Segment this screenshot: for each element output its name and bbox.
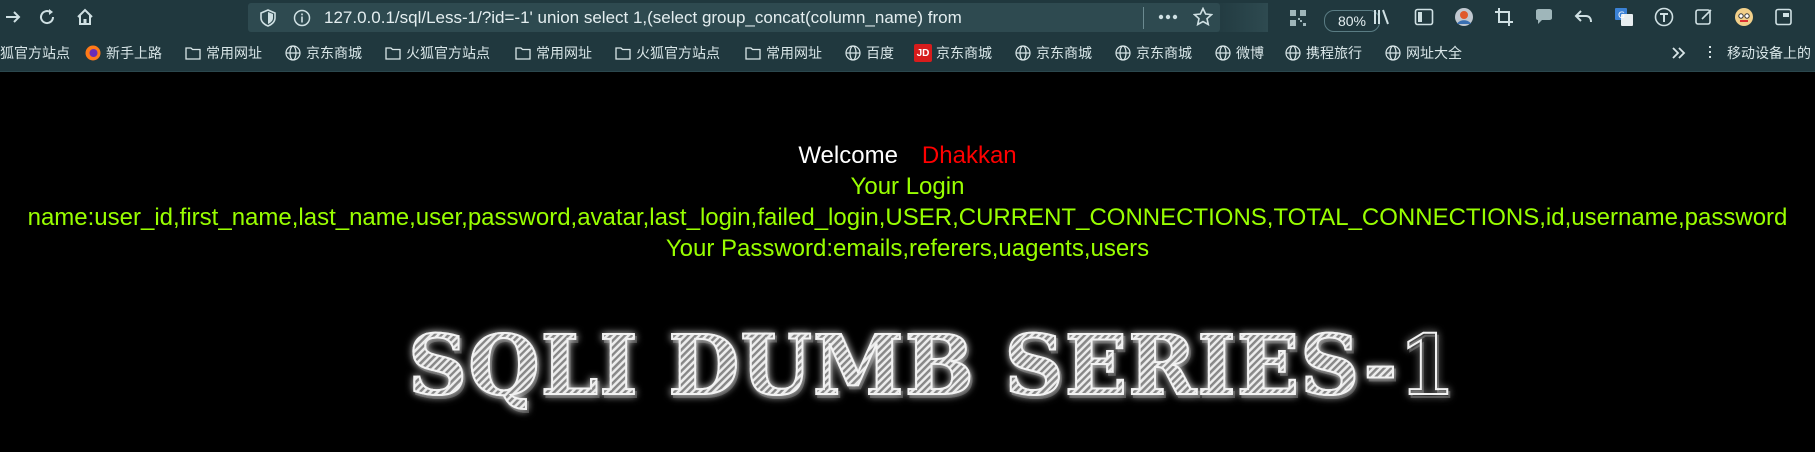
qr-code-icon[interactable] [1288,8,1308,28]
screenshot-crop-icon[interactable] [1493,6,1515,28]
bookmark-item[interactable]: 携程旅行 [1284,43,1362,63]
folder-icon [744,44,762,62]
bookmark-item[interactable]: 京东商城 [1114,43,1192,63]
bookmark-label: 狐官方站点 [0,45,70,61]
tracking-shield-icon[interactable] [258,8,278,28]
reload-icon [40,9,55,25]
globe-icon [1284,44,1302,62]
bookmark-star-icon[interactable] [1192,6,1214,28]
bookmark-label: 京东商城 [936,45,992,61]
library-icon[interactable] [1372,6,1394,28]
bookmark-item[interactable]: 微博 [1214,43,1264,63]
globe-icon [1114,44,1132,62]
bookmarks-overflow-button[interactable] [1670,43,1692,63]
globe-icon [1014,44,1032,62]
browser-toolbar: 127.0.0.1/sql/Less-1/?id=-1' union selec… [0,0,1815,35]
mobile-bookmarks-folder[interactable]: 移动设备上的 [1705,43,1811,63]
toolbar-separator [1143,7,1144,29]
bookmark-label: 京东商城 [306,45,362,61]
url-fade [1208,3,1268,32]
sidebar-icon[interactable] [1413,6,1435,28]
bookmark-label: 火狐官方站点 [636,45,720,61]
home-button[interactable] [72,4,98,30]
bookmark-label: 常用网址 [536,45,592,61]
home-icon [77,8,93,25]
folder-icon [514,44,532,62]
folder-icon [384,44,402,62]
tab-tools-icon[interactable] [1653,6,1675,28]
firefox-icon [84,44,102,62]
password-result: Your Password:emails,referers,uagents,us… [665,235,1150,262]
series-banner-logo: SQLI DUMB SERIES-1 [407,318,1457,414]
edit-note-icon[interactable] [1693,6,1715,28]
extension-avatar-icon[interactable] [1453,6,1475,28]
bookmark-label: 新手上路 [106,45,162,61]
bookmark-label: 常用网址 [766,45,822,61]
bookmark-label: 京东商城 [1036,45,1092,61]
address-bar[interactable]: 127.0.0.1/sql/Less-1/?id=-1' union selec… [248,3,1380,32]
translate-icon[interactable]: G [1613,6,1635,28]
bookmark-item[interactable]: 网址大全 [1384,43,1462,63]
bookmark-item[interactable]: 京东商城 [1014,43,1092,63]
reload-button[interactable] [34,4,60,30]
welcome-text: Welcome [798,142,898,169]
jd-icon: JD [914,44,932,62]
bookmark-item[interactable]: 狐官方站点 [0,43,70,63]
bookmark-label: 移动设备上的 [1727,45,1811,61]
globe-icon [284,44,302,62]
chevron-double-right-icon [1670,44,1688,62]
site-info-icon[interactable] [292,8,312,28]
globe-icon [844,44,862,62]
globe-icon [1214,44,1232,62]
bookmark-item[interactable]: 常用网址 [744,43,822,63]
bookmark-label: 携程旅行 [1306,45,1362,61]
bookmark-item[interactable]: 百度 [844,43,894,63]
menu-icon[interactable] [1773,6,1795,28]
login-result: name:user_id,first_name,last_name,user,p… [27,204,1788,231]
bookmark-label: 网址大全 [1406,45,1462,61]
bookmark-item[interactable]: 火狐官方站点 [614,43,720,63]
bookmark-item[interactable]: 新手上路 [84,43,162,63]
bookmark-item[interactable]: JD 京东商城 [914,43,992,63]
bookmarks-toolbar: 狐官方站点 新手上路 常用网址 京东商城 火狐官方站点 常用网址 火狐官方站点 … [0,35,1815,72]
folder-icon [614,44,632,62]
login-title: Your Login [850,173,965,200]
mascot-extension-icon[interactable] [1733,6,1755,28]
url-text[interactable]: 127.0.0.1/sql/Less-1/?id=-1' union selec… [324,7,1266,29]
username-text: Dhakkan [921,142,1017,169]
bookmark-label: 常用网址 [206,45,262,61]
folder-icon [184,44,202,62]
globe-icon [1384,44,1402,62]
bookmark-item[interactable]: 常用网址 [184,43,262,63]
svg-text:G: G [1618,11,1625,21]
bookmark-item[interactable]: 火狐官方站点 [384,43,490,63]
forward-arrow-icon [6,11,21,23]
bookmark-label: 百度 [866,45,894,61]
bookmark-item[interactable]: 常用网址 [514,43,592,63]
dotted-folder-icon [1705,44,1723,62]
bookmark-label: 微博 [1236,45,1264,61]
bookmark-label: 京东商城 [1136,45,1192,61]
forward-button[interactable] [0,4,26,30]
page-content: Welcome Dhakkan Your Login name:user_id,f… [0,71,1815,452]
welcome-line: Welcome Dhakkan [0,142,1815,170]
bookmark-label: 火狐官方站点 [406,45,490,61]
undo-close-tab-icon[interactable] [1573,6,1595,28]
chat-bubble-icon[interactable] [1533,6,1555,28]
page-actions-icon[interactable] [1157,6,1179,28]
bookmark-item[interactable]: 京东商城 [284,43,362,63]
